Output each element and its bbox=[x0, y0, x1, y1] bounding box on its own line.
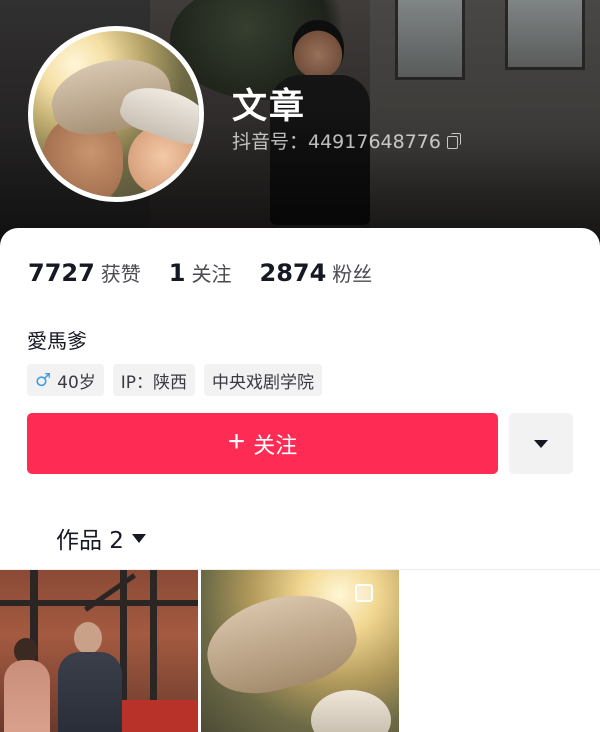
follow-button-label: 关注 bbox=[253, 432, 298, 458]
profile-stats: 7727 获赞 1 关注 2874 粉丝 bbox=[28, 258, 400, 287]
stat-following-label: 关注 bbox=[191, 262, 232, 286]
caret-down-icon bbox=[131, 533, 146, 543]
plus-icon: + bbox=[227, 425, 246, 458]
copy-icon[interactable] bbox=[446, 133, 461, 149]
douyin-id-text: 抖音号：44917648776 bbox=[232, 131, 441, 153]
video-thumbnail[interactable] bbox=[0, 570, 198, 732]
tab-works-label: 作品 2 bbox=[56, 528, 124, 554]
caret-down-icon bbox=[534, 439, 548, 448]
stat-followers[interactable]: 2874 粉丝 bbox=[260, 258, 373, 287]
tag-ip: IP：陕西 bbox=[112, 364, 196, 396]
tab-works[interactable]: 作品 2 bbox=[56, 521, 146, 555]
tag-age: 40岁 bbox=[57, 372, 96, 393]
profile-bio: 愛馬爹 bbox=[27, 329, 87, 353]
stat-likes-label: 获赞 bbox=[100, 262, 141, 286]
tag-school[interactable]: 中央戏剧学院 bbox=[204, 364, 323, 396]
douyin-id[interactable]: 抖音号：44917648776 bbox=[232, 127, 461, 154]
more-options-button[interactable] bbox=[509, 413, 573, 474]
stat-followers-value: 2874 bbox=[259, 259, 327, 287]
tag-gender-age: ♂ 40岁 bbox=[27, 364, 104, 396]
stat-following[interactable]: 1 关注 bbox=[169, 258, 232, 287]
stat-likes-value: 7727 bbox=[28, 259, 95, 287]
profile-card: 7727 获赞 1 关注 2874 粉丝 愛馬爹 ♂ 40岁 IP：陕西 中央戏… bbox=[0, 228, 600, 732]
profile-name: 文章 bbox=[232, 87, 307, 127]
stat-following-value: 1 bbox=[168, 259, 186, 287]
video-thumbnail[interactable] bbox=[201, 570, 399, 732]
stat-followers-label: 粉丝 bbox=[332, 262, 373, 286]
male-icon: ♂ bbox=[35, 369, 52, 391]
avatar[interactable] bbox=[28, 26, 204, 202]
follow-button[interactable]: + 关注 bbox=[27, 413, 498, 474]
profile-tags: ♂ 40岁 IP：陕西 中央戏剧学院 bbox=[27, 364, 323, 396]
select-checkbox-icon[interactable] bbox=[355, 584, 373, 602]
stat-likes[interactable]: 7727 获赞 bbox=[28, 258, 141, 287]
